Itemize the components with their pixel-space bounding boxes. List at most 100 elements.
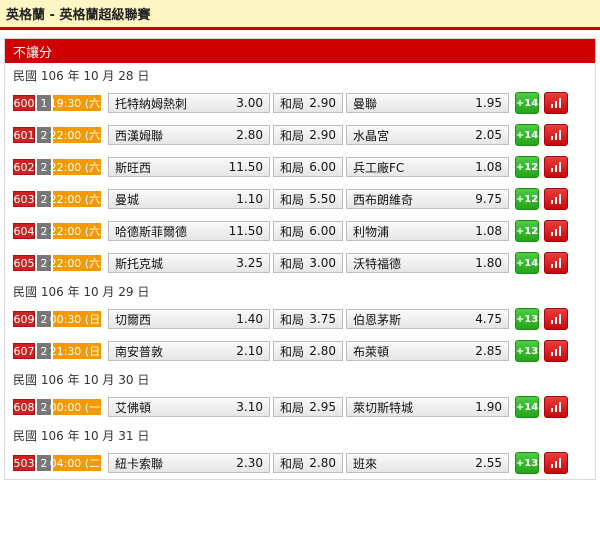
draw-odds-button[interactable]: 和局 5.50 (273, 189, 343, 209)
draw-odds-button[interactable]: 和局 6.00 (273, 157, 343, 177)
more-markets-button[interactable]: +14 (515, 124, 539, 146)
draw-odds-button[interactable]: 和局 6.00 (273, 221, 343, 241)
home-odds: 1.40 (236, 312, 263, 326)
league-header: 英格蘭 - 英格蘭超級聯賽 (0, 0, 600, 30)
date-header: 民國 106 年 10 月 31 日 (13, 428, 150, 443)
away-odds: 2.85 (475, 344, 502, 358)
away-odds: 2.55 (475, 456, 502, 470)
kickoff-time: 21:30 (日) (49, 343, 105, 359)
home-odds-button[interactable]: 斯旺西 11.50 (108, 157, 270, 177)
away-odds-button[interactable]: 水晶宮 2.05 (346, 125, 509, 145)
stats-icon[interactable] (544, 308, 568, 330)
home-odds-button[interactable]: 紐卡索聯 2.30 (108, 453, 270, 473)
draw-label: 和局 (280, 160, 305, 175)
stats-icon[interactable] (544, 188, 568, 210)
home-odds: 2.10 (236, 344, 263, 358)
draw-odds-button[interactable]: 和局 3.00 (273, 253, 343, 273)
home-odds-button[interactable]: 切爾西 1.40 (108, 309, 270, 329)
home-team: 斯旺西 (115, 160, 152, 175)
draw-label: 和局 (280, 256, 305, 271)
stats-icon[interactable] (544, 252, 568, 274)
away-odds: 1.90 (475, 400, 502, 414)
home-odds: 3.25 (236, 256, 263, 270)
away-odds-button[interactable]: 曼聯 1.95 (346, 93, 509, 113)
kickoff-time: 04:00 (二) (49, 455, 105, 471)
home-odds: 11.50 (228, 160, 263, 174)
home-odds-button[interactable]: 托特納姆熱刺 3.00 (108, 93, 270, 113)
kickoff-time: 22:00 (六) (49, 159, 105, 175)
away-odds-button[interactable]: 班來 2.55 (346, 453, 509, 473)
away-odds: 1.95 (475, 96, 502, 110)
more-markets-button[interactable]: +12 (515, 156, 539, 178)
draw-odds-button[interactable]: 和局 2.80 (273, 341, 343, 361)
stats-icon[interactable] (544, 124, 568, 146)
home-odds-button[interactable]: 斯托克城 3.25 (108, 253, 270, 273)
away-odds-button[interactable]: 西布朗維奇 9.75 (346, 189, 509, 209)
match-row: 601 2 22:00 (六) 西漢姆聯 2.80 和局 2.90 水晶宮 2.… (5, 119, 595, 151)
stats-icon[interactable] (544, 452, 568, 474)
stats-icon[interactable] (544, 396, 568, 418)
away-odds-button[interactable]: 沃特福德 1.80 (346, 253, 509, 273)
draw-odds: 2.90 (309, 128, 336, 142)
more-markets-button[interactable]: +14 (515, 396, 539, 418)
draw-odds-button[interactable]: 和局 2.80 (273, 453, 343, 473)
kickoff-time: 22:00 (六) (49, 127, 105, 143)
away-team: 伯恩茅斯 (353, 312, 402, 327)
home-odds: 2.30 (236, 456, 263, 470)
more-markets-button[interactable]: +13 (515, 308, 539, 330)
match-row: 609 2 00:30 (日) 切爾西 1.40 和局 3.75 伯恩茅斯 4.… (5, 303, 595, 335)
away-team: 沃特福德 (353, 256, 402, 271)
match-row: 600 1 19:30 (六) 托特納姆熱刺 3.00 和局 2.90 曼聯 1… (5, 87, 595, 119)
draw-odds-button[interactable]: 和局 2.90 (273, 93, 343, 113)
match-row: 602 2 22:00 (六) 斯旺西 11.50 和局 6.00 兵工廠FC … (5, 151, 595, 183)
stats-icon[interactable] (544, 156, 568, 178)
more-markets-button[interactable]: +14 (515, 92, 539, 114)
kickoff-time: 22:00 (六) (49, 255, 105, 271)
match-number: 503 (13, 455, 35, 471)
home-team: 艾佛頓 (115, 400, 152, 415)
away-odds: 2.05 (475, 128, 502, 142)
away-odds: 1.80 (475, 256, 502, 270)
match-number: 609 (13, 311, 35, 327)
match-number: 601 (13, 127, 35, 143)
away-odds-button[interactable]: 萊切斯特城 1.90 (346, 397, 509, 417)
match-number: 604 (13, 223, 35, 239)
draw-label: 和局 (280, 192, 305, 207)
more-markets-button[interactable]: +13 (515, 452, 539, 474)
stats-icon[interactable] (544, 340, 568, 362)
home-odds-button[interactable]: 哈德斯菲爾德 11.50 (108, 221, 270, 241)
kickoff-time: 00:00 (一) (49, 399, 105, 415)
home-odds-button[interactable]: 西漢姆聯 2.80 (108, 125, 270, 145)
draw-odds: 2.95 (309, 400, 336, 414)
home-odds-button[interactable]: 南安普敦 2.10 (108, 341, 270, 361)
away-team: 兵工廠FC (353, 160, 405, 175)
away-odds-button[interactable]: 利物浦 1.08 (346, 221, 509, 241)
draw-odds: 2.80 (309, 456, 336, 470)
home-odds-button[interactable]: 曼城 1.10 (108, 189, 270, 209)
away-team: 水晶宮 (353, 128, 390, 143)
stats-icon[interactable] (544, 220, 568, 242)
home-odds: 2.80 (236, 128, 263, 142)
away-odds-button[interactable]: 兵工廠FC 1.08 (346, 157, 509, 177)
more-markets-button[interactable]: +14 (515, 252, 539, 274)
away-team: 曼聯 (353, 96, 378, 111)
more-markets-button[interactable]: +12 (515, 220, 539, 242)
draw-odds-button[interactable]: 和局 2.95 (273, 397, 343, 417)
draw-odds-button[interactable]: 和局 2.90 (273, 125, 343, 145)
kickoff-time: 19:30 (六) (49, 95, 105, 111)
away-odds-button[interactable]: 伯恩茅斯 4.75 (346, 309, 509, 329)
away-odds-button[interactable]: 布萊頓 2.85 (346, 341, 509, 361)
away-odds: 1.08 (475, 224, 502, 238)
home-team: 哈德斯菲爾德 (115, 224, 188, 239)
home-odds-button[interactable]: 艾佛頓 3.10 (108, 397, 270, 417)
draw-odds-button[interactable]: 和局 3.75 (273, 309, 343, 329)
more-markets-button[interactable]: +13 (515, 340, 539, 362)
home-team: 托特納姆熱刺 (115, 96, 188, 111)
away-team: 利物浦 (353, 224, 390, 239)
home-team: 西漢姆聯 (115, 128, 164, 143)
home-odds: 3.10 (236, 400, 263, 414)
stats-icon[interactable] (544, 92, 568, 114)
more-markets-button[interactable]: +12 (515, 188, 539, 210)
home-team: 斯托克城 (115, 256, 164, 271)
kickoff-time: 22:00 (六) (49, 191, 105, 207)
